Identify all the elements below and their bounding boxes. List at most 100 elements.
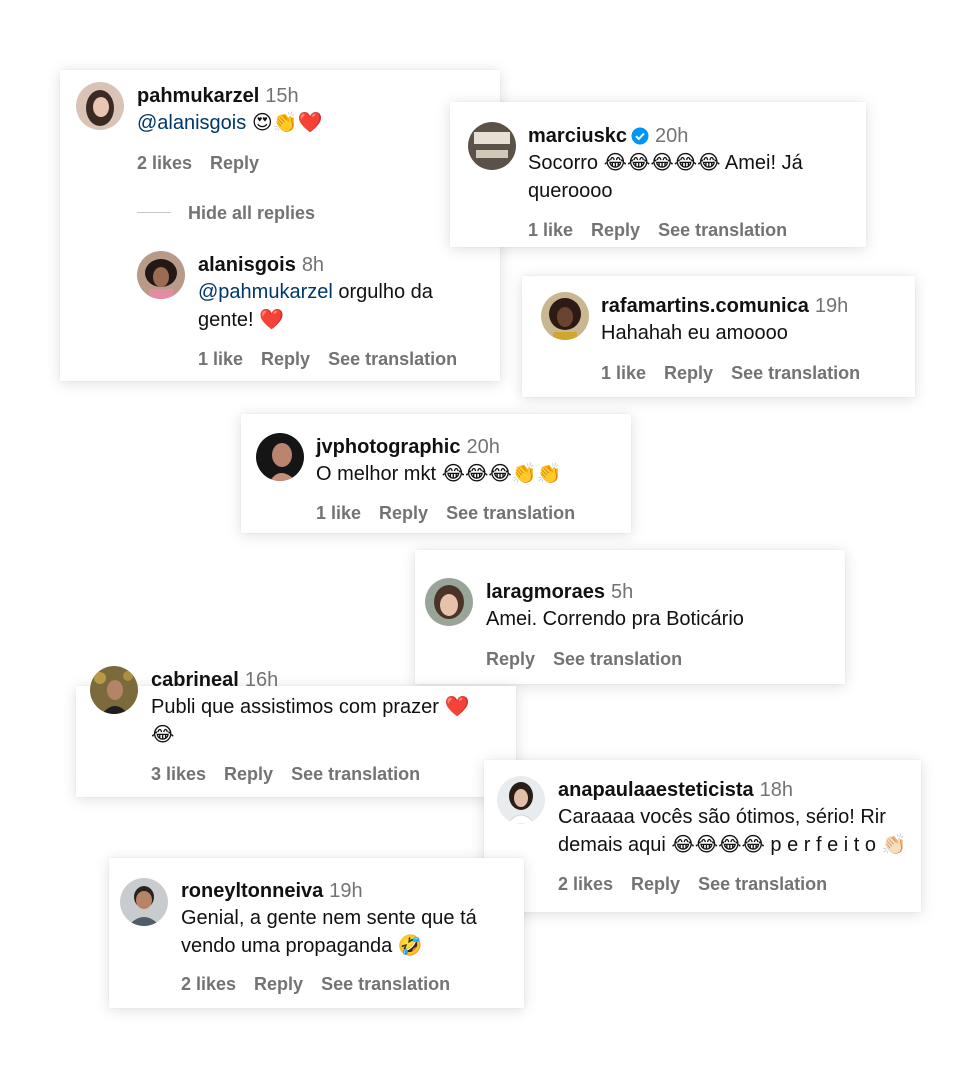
comment-text: @pahmukarzel orgulho da gente! ❤️ xyxy=(198,278,433,334)
comment-header: anapaulaaesteticista 18h xyxy=(558,777,793,803)
comment-card-pahmukarzel: pahmukarzel 15h @alanisgois 😍👏❤️ 2 likes R… xyxy=(60,70,500,381)
mention-link[interactable]: @alanisgois xyxy=(137,112,246,134)
see-translation-button[interactable]: See translation xyxy=(321,974,450,994)
comment-text: Publi que assistimos com prazer ❤️ 😂 xyxy=(151,693,469,749)
comment-card-cabrineal: cabrineal 16h Publi que assistimos com pr… xyxy=(76,666,516,797)
avatar-jvphotographic[interactable] xyxy=(256,433,304,481)
comment-text-part: 😂 xyxy=(151,724,175,746)
avatar-rafamartins[interactable] xyxy=(541,292,589,340)
comment-text-part: O melhor mkt 😂😂😂👏👏 xyxy=(316,463,562,485)
likes-count[interactable]: 2 likes xyxy=(137,153,192,173)
comment-header: laragmoraes 5h xyxy=(486,579,633,605)
comment-emoji: 😍👏❤️ xyxy=(251,112,323,134)
username[interactable]: laragmoraes xyxy=(486,581,605,603)
comment-card-anapaula: anapaulaaesteticista 18h Caraaaa vocês sã… xyxy=(484,760,921,912)
see-translation-button[interactable]: See translation xyxy=(698,874,827,894)
username[interactable]: alanisgois xyxy=(198,254,296,276)
comment-card-marciuskc: marciuskc 20h Socorro 😂😂😂😂😂 Amei! Já quer… xyxy=(450,102,866,247)
username[interactable]: pahmukarzel xyxy=(137,85,259,107)
comment-actions: 1 like Reply See translation xyxy=(316,502,593,524)
reply-button[interactable]: Reply xyxy=(664,363,713,383)
likes-count[interactable]: 1 like xyxy=(528,220,573,240)
comment-text: Amei. Correndo pra Boticário xyxy=(486,605,744,633)
comment-actions: 2 likes Reply xyxy=(137,152,277,174)
comment-text-part: orgulho da xyxy=(332,281,433,303)
timestamp: 20h xyxy=(466,436,500,458)
username[interactable]: jvphotographic xyxy=(316,436,460,458)
comment-actions: 1 like Reply See translation xyxy=(601,362,878,384)
see-translation-button[interactable]: See translation xyxy=(291,764,420,784)
comment-text-part: Publi que assistimos com prazer ❤️ xyxy=(151,696,470,718)
reply-button[interactable]: Reply xyxy=(210,153,259,173)
avatar-anapaula[interactable] xyxy=(497,776,545,824)
comment-actions: 1 like Reply See translation xyxy=(198,348,475,370)
reply-button[interactable]: Reply xyxy=(591,220,640,240)
comment-text-part: Socorro 😂😂😂😂😂 Amei! Já xyxy=(528,152,803,174)
comment-header: roneyltonneiva 19h xyxy=(181,878,363,904)
timestamp: 16h xyxy=(244,669,279,691)
hide-replies-button[interactable]: Hide all replies xyxy=(188,203,315,224)
reply-button[interactable]: Reply xyxy=(631,874,680,894)
comment-card-rafamartins: rafamartins.comunica 19h Hahahah eu amooo… xyxy=(522,276,915,397)
comment-header: cabrineal 16h xyxy=(151,667,278,693)
reply-button[interactable]: Reply xyxy=(254,974,303,994)
likes-count[interactable]: 2 likes xyxy=(181,974,236,994)
avatar-cabrineal[interactable] xyxy=(90,666,138,714)
see-translation-button[interactable]: See translation xyxy=(446,503,575,523)
comment-header: alanisgois 8h xyxy=(198,252,324,278)
timestamp: 18h xyxy=(759,779,794,801)
reply-button[interactable]: Reply xyxy=(486,649,535,669)
comment-text-part: Genial, a gente nem sente que tá xyxy=(181,907,477,929)
reply-button[interactable]: Reply xyxy=(261,349,310,369)
comment-text-part: demais aqui 😂😂😂😂 p e r f e i t o 👏🏻 xyxy=(558,834,907,856)
username[interactable]: anapaulaaesteticista xyxy=(558,779,754,801)
see-translation-button[interactable]: See translation xyxy=(658,220,787,240)
see-translation-button[interactable]: See translation xyxy=(731,363,860,383)
comment-text-part: Amei. Correndo pra Boticário xyxy=(486,608,744,630)
timestamp: 19h xyxy=(814,295,849,317)
timestamp: 15h xyxy=(265,85,299,107)
username[interactable]: cabrineal xyxy=(151,669,239,691)
comment-actions: 1 like Reply See translation xyxy=(528,219,805,241)
comment-header: pahmukarzel 15h xyxy=(137,83,299,109)
comment-text-part: Hahahah eu amoooo xyxy=(601,322,788,344)
see-translation-button[interactable]: See translation xyxy=(328,349,457,369)
likes-count[interactable]: 1 like xyxy=(601,363,646,383)
comment-header: rafamartins.comunica 19h xyxy=(601,293,848,319)
verified-badge-icon xyxy=(631,127,649,145)
comment-header: jvphotographic 20h xyxy=(316,434,500,460)
comment-header: marciuskc 20h xyxy=(528,123,688,149)
comment-actions: 2 likes Reply See translation xyxy=(181,973,468,995)
comment-card-laragmoraes: laragmoraes 5h Amei. Correndo pra Boticár… xyxy=(415,550,845,684)
comment-text: Socorro 😂😂😂😂😂 Amei! Já queroooo xyxy=(528,149,803,205)
comment-text: @alanisgois 😍👏❤️ xyxy=(137,109,322,137)
comment-text: Genial, a gente nem sente que tá vendo u… xyxy=(181,904,477,960)
likes-count[interactable]: 2 likes xyxy=(558,874,613,894)
avatar-pahmukarzel[interactable] xyxy=(76,82,124,130)
comment-text: Hahahah eu amoooo xyxy=(601,319,788,347)
reply-button[interactable]: Reply xyxy=(224,764,273,784)
comment-actions: Reply See translation xyxy=(486,648,700,670)
comment-text: Caraaaa vocês são ótimos, sério! Rir dem… xyxy=(558,803,907,859)
timestamp: 8h xyxy=(301,254,325,276)
see-translation-button[interactable]: See translation xyxy=(553,649,682,669)
comment-card-roneyltonneiva: roneyltonneiva 19h Genial, a gente nem se… xyxy=(109,858,524,1008)
avatar-roneyltonneiva[interactable] xyxy=(120,878,168,926)
timestamp: 19h xyxy=(329,880,363,902)
username[interactable]: rafamartins.comunica xyxy=(601,295,809,317)
username[interactable]: roneyltonneiva xyxy=(181,880,323,902)
divider xyxy=(137,212,171,213)
likes-count[interactable]: 3 likes xyxy=(151,764,206,784)
reply-button[interactable]: Reply xyxy=(379,503,428,523)
likes-count[interactable]: 1 like xyxy=(198,349,243,369)
avatar-laragmoraes[interactable] xyxy=(425,578,473,626)
mention-link[interactable]: @pahmukarzel xyxy=(198,281,333,303)
likes-count[interactable]: 1 like xyxy=(316,503,361,523)
comment-text-part: Caraaaa vocês são ótimos, sério! Rir xyxy=(558,806,886,828)
comment-actions: 3 likes Reply See translation xyxy=(151,763,438,785)
avatar-marciuskc[interactable] xyxy=(468,122,516,170)
avatar-alanisgois[interactable] xyxy=(137,251,185,299)
comment-actions: 2 likes Reply See translation xyxy=(558,873,845,895)
comment-text-part: queroooo xyxy=(528,180,613,202)
username[interactable]: marciuskc xyxy=(528,125,627,147)
